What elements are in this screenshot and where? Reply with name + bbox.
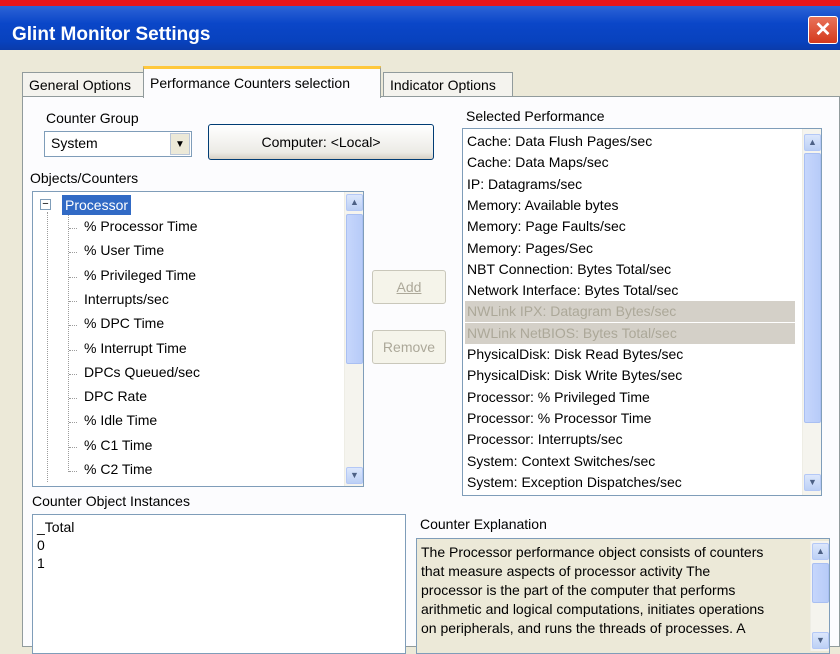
list-item[interactable]: IP: Datagrams/sec — [465, 174, 795, 195]
tree-item-counter[interactable]: % Privileged Time — [84, 267, 196, 283]
remove-button[interactable]: Remove — [372, 330, 446, 364]
scroll-up-icon[interactable]: ▲ — [812, 543, 829, 560]
list-item[interactable]: PhysicalDisk: Disk Write Bytes/sec — [465, 365, 795, 386]
counter-group-label: Counter Group — [46, 110, 139, 126]
scroll-down-icon[interactable]: ▼ — [812, 632, 829, 649]
list-item[interactable]: NWLink NetBIOS: Bytes Total/sec — [465, 322, 795, 344]
tree-item-counter[interactable]: % Processor Time — [84, 218, 198, 234]
title-bar[interactable]: Glint Monitor Settings — [0, 6, 840, 50]
tree-line — [69, 252, 77, 254]
list-item[interactable]: System: Context Switches/sec — [465, 451, 795, 472]
tree-scrollbar[interactable]: ▲ ▼ — [344, 192, 363, 486]
tree-line — [69, 471, 77, 472]
chevron-down-icon[interactable]: ▼ — [170, 133, 190, 155]
scroll-thumb[interactable] — [346, 214, 363, 364]
tree-line — [69, 446, 77, 448]
tree-line — [69, 325, 77, 327]
tree-item-counter[interactable]: DPCs Queued/sec — [84, 364, 200, 380]
tree-line — [69, 276, 77, 278]
list-item[interactable]: Cache: Data Flush Pages/sec — [465, 131, 795, 152]
tab-performance-counters[interactable]: Performance Counters selection — [143, 66, 381, 98]
list-item[interactable]: 0 — [37, 537, 45, 553]
window-title: Glint Monitor Settings — [12, 24, 211, 45]
instances-label: Counter Object Instances — [32, 493, 190, 509]
tree-item-counter[interactable]: Interrupts/sec — [84, 291, 169, 307]
tree-line — [47, 212, 48, 482]
list-item[interactable]: 1 — [37, 555, 45, 571]
tree-line — [69, 422, 77, 424]
tree-item-counter[interactable]: % C2 Time — [84, 461, 152, 477]
explanation-text: The Processor performance object consist… — [416, 538, 830, 654]
selected-performance-label: Selected Performance — [466, 108, 605, 124]
list-item[interactable]: Memory: Page Faults/sec — [465, 216, 795, 237]
counter-group-dropdown[interactable]: System ▼ — [44, 131, 192, 157]
list-item[interactable]: Memory: Available bytes — [465, 195, 795, 216]
explanation-line: that measure aspects of processor activi… — [421, 563, 711, 579]
list-item[interactable]: System: Exception Dispatches/sec — [465, 472, 795, 493]
tree-line — [69, 398, 77, 400]
counter-group-value: System — [51, 135, 98, 151]
list-item[interactable]: Cache: Data Maps/sec — [465, 152, 795, 173]
tree-item-counter[interactable]: % User Time — [84, 242, 164, 258]
objects-counters-label: Objects/Counters — [30, 170, 139, 186]
list-item[interactable]: System: File Read Bytes/sec — [465, 493, 795, 495]
list-item[interactable]: Memory: Pages/Sec — [465, 238, 795, 259]
list-item[interactable]: Processor: % Privileged Time — [465, 387, 795, 408]
explanation-line: The Processor performance object consist… — [421, 544, 764, 560]
tree-item-counter[interactable]: % C1 Time — [84, 437, 152, 453]
tree-line — [69, 373, 77, 375]
tab-general-options[interactable]: General Options — [22, 72, 144, 96]
list-item[interactable]: Processor: % Processor Time — [465, 408, 795, 429]
selected-list-scrollbar[interactable]: ▲ ▼ — [802, 129, 821, 495]
tree-line — [69, 228, 77, 229]
add-button[interactable]: Add — [372, 270, 446, 304]
explanation-label: Counter Explanation — [420, 516, 547, 532]
tree-line — [69, 300, 77, 302]
list-item[interactable]: Processor: Interrupts/sec — [465, 429, 795, 450]
collapse-icon[interactable]: − — [40, 199, 51, 210]
explanation-scrollbar[interactable]: ▲ ▼ — [810, 541, 829, 651]
objects-counters-tree[interactable]: ▲ ▼ — [32, 191, 364, 487]
instances-list[interactable]: _Total 0 1 — [32, 514, 406, 654]
tab-indicator-options[interactable]: Indicator Options — [383, 72, 513, 96]
list-item[interactable]: PhysicalDisk: Disk Read Bytes/sec — [465, 344, 795, 365]
scroll-down-icon[interactable]: ▼ — [346, 467, 363, 484]
selected-performance-list[interactable]: Cache: Data Flush Pages/sec Cache: Data M… — [462, 128, 822, 496]
tree-item-counter[interactable]: % Interrupt Time — [84, 340, 187, 356]
scroll-up-icon[interactable]: ▲ — [346, 194, 363, 211]
explanation-line: processor is the part of the computer th… — [421, 582, 736, 598]
scroll-down-icon[interactable]: ▼ — [804, 474, 821, 491]
scroll-up-icon[interactable]: ▲ — [804, 134, 821, 151]
list-item[interactable]: NWLink IPX: Datagram Bytes/sec — [465, 301, 795, 323]
tree-item-counter[interactable]: DPC Rate — [84, 388, 147, 404]
tree-line — [69, 349, 77, 351]
list-item[interactable]: NBT Connection: Bytes Total/sec — [465, 259, 795, 280]
tree-item-counter[interactable]: % DPC Time — [84, 315, 164, 331]
list-item[interactable]: _Total — [37, 519, 74, 535]
explanation-line: on peripherals, and runs the threads of … — [421, 620, 746, 636]
scroll-thumb[interactable] — [804, 153, 821, 423]
tree-item-counter[interactable]: % Idle Time — [84, 412, 157, 428]
close-icon[interactable]: ✕ — [808, 16, 838, 44]
list-item[interactable]: Network Interface: Bytes Total/sec — [465, 280, 795, 301]
tree-item-processor[interactable]: Processor — [62, 195, 132, 215]
tree-line — [68, 212, 69, 472]
computer-button[interactable]: Computer: <Local> — [208, 124, 434, 160]
scroll-thumb[interactable] — [812, 563, 829, 603]
explanation-line: arithmetic and logical computations, ini… — [421, 601, 765, 617]
